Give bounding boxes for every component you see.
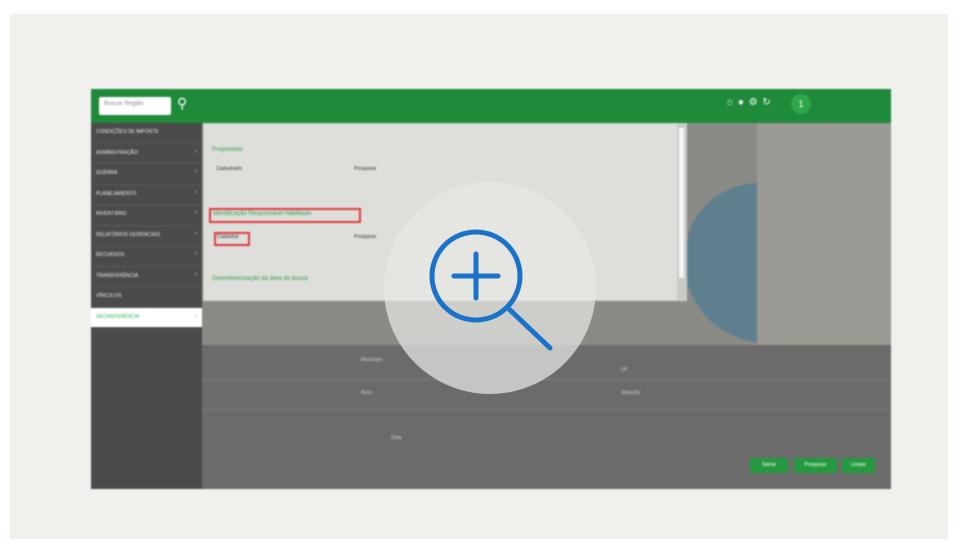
- field-value: Cadastrado: [216, 166, 242, 172]
- pesquisar-link[interactable]: Pesquisar: [354, 234, 376, 240]
- scrollbar-thumb[interactable]: [679, 128, 684, 278]
- sidebar-item-inventario[interactable]: INVENTÁRIO ›: [91, 205, 202, 226]
- sidebar-item-label: GEOREFERÊNCIA: [96, 313, 140, 320]
- sidebar-item-georeferencia[interactable]: GEOREFERÊNCIA ›: [91, 307, 202, 328]
- sidebar-item-vinculos[interactable]: VÍNCULOS: [91, 287, 202, 308]
- search-placeholder: Buscar Região: [104, 101, 144, 107]
- sidebar-item-label: TRANSFERÊNCIA: [96, 272, 139, 279]
- chevron-right-icon: ›: [194, 147, 197, 155]
- sidebar-item-label: PLANEJAMENTO: [96, 190, 137, 197]
- top-bar: Buscar Região ⚲ ⌂ ● ⚙ ↻ 1: [91, 89, 891, 123]
- field-label: Situação: [621, 390, 641, 396]
- chevron-right-icon: ›: [194, 188, 197, 196]
- zoom-in-icon[interactable]: [420, 226, 560, 356]
- save-button[interactable]: Salvar: [750, 458, 788, 473]
- section-title: Identificação Responsável Habilitado: [213, 211, 312, 217]
- sidebar-item-administracao[interactable]: ADMINISTRAÇÃO ›: [91, 144, 202, 164]
- field-label: Município: [361, 357, 383, 363]
- field-label: Data: [391, 435, 402, 441]
- chevron-right-icon: ›: [194, 311, 197, 319]
- chevron-right-icon: ›: [194, 229, 197, 237]
- chevron-right-icon: ›: [194, 209, 197, 216]
- cadastrar-link[interactable]: Cadastrar: [217, 234, 239, 240]
- sidebar-item-planejamento[interactable]: PLANEJAMENTO ›: [91, 185, 202, 205]
- sidebar-item-label: VÍNCULOS: [96, 293, 122, 299]
- sync-icon[interactable]: ↻: [762, 97, 771, 108]
- search-icon[interactable]: ⚲: [177, 95, 193, 111]
- sidebar-item-label: ADMINISTRAÇÃO: [96, 149, 138, 156]
- field-label: UF: [621, 367, 628, 373]
- divider: [202, 379, 891, 380]
- sidebar-item-guerra[interactable]: GUERRA ›: [91, 164, 202, 185]
- sidebar-item-label: RELATÓRIOS GERENCIAIS: [96, 231, 161, 238]
- section-title: Proprietário: [212, 147, 244, 153]
- clear-button[interactable]: Limpar: [842, 458, 875, 473]
- user-badge[interactable]: 1: [791, 94, 811, 114]
- settings-icon[interactable]: ⚙: [749, 97, 759, 108]
- home-icon[interactable]: ⌂: [727, 97, 734, 108]
- sidebar-item-label: RECURSOS: [96, 252, 125, 258]
- sidebar-item-recursos[interactable]: RECURSOS ›: [91, 246, 202, 267]
- sidebar-item-transferencia[interactable]: TRANSFERÊNCIA ›: [91, 267, 202, 287]
- scrollbar[interactable]: [677, 124, 686, 300]
- chevron-right-icon: ›: [194, 270, 197, 278]
- sidebar-item-label: INVENTÁRIO: [96, 211, 127, 217]
- sidebar-item-condicoes[interactable]: CONDIÇÕES DE IMPORTE: [91, 123, 202, 144]
- field-label: Área: [361, 390, 372, 396]
- sidebar-item-label: GUERRA: [96, 170, 118, 176]
- sidebar: CONDIÇÕES DE IMPORTE ADMINISTRAÇÃO › GUER…: [91, 123, 202, 489]
- search-button[interactable]: Pesquisar: [794, 458, 837, 473]
- chevron-right-icon: ›: [194, 168, 197, 175]
- divider: [202, 409, 891, 410]
- sidebar-item-label: CONDIÇÕES DE IMPORTE: [96, 129, 159, 135]
- map-land: [757, 123, 891, 345]
- user-icon[interactable]: ●: [738, 97, 745, 108]
- search-input[interactable]: Buscar Região: [99, 97, 171, 115]
- top-icons-group: ⌂ ● ⚙ ↻: [727, 97, 772, 108]
- chevron-right-icon: ›: [194, 250, 197, 257]
- section-title: Georeferenciação da área de busca: [212, 276, 308, 282]
- sidebar-item-relatorios[interactable]: RELATÓRIOS GERENCIAIS ›: [91, 226, 202, 246]
- pesquisar-link[interactable]: Pesquisar: [354, 166, 376, 172]
